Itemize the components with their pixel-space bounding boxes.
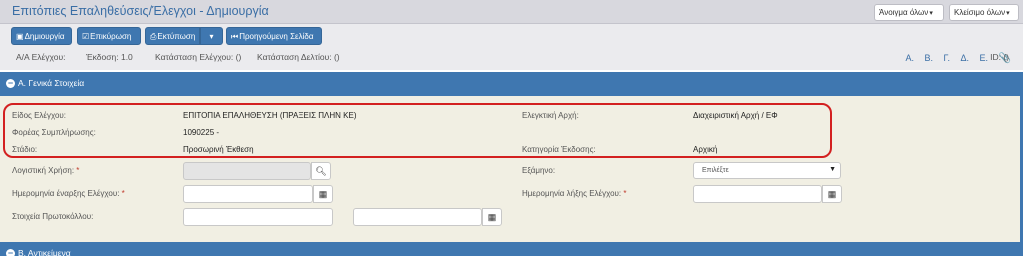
close-all-button[interactable]: Κλείσιμο όλων▾ (949, 4, 1019, 21)
open-all-button[interactable]: Άνοιγμα όλων▾ (874, 4, 944, 21)
section-link-e[interactable]: Ε. (980, 53, 989, 63)
end-date-label: Ημερομηνία λήξης Ελέγχου: * (522, 189, 627, 198)
create-button[interactable]: ▣Δημιουργία (11, 27, 72, 45)
calendar-icon[interactable]: ▦ (313, 185, 333, 203)
check-type-value: ΕΠΙΤΟΠΙΑ ΕΠΑΛΗΘΕΥΣΗ (ΠΡΑΞΕΙΣ ΠΛΗΝ ΚΕ) (183, 111, 357, 120)
previous-page-button[interactable]: ⏮Προηγούμενη Σελίδα (226, 27, 322, 45)
collapse-icon[interactable]: − (6, 249, 15, 256)
semester-select[interactable]: Επιλέξτε ▼ (693, 162, 841, 179)
printer-icon: ⎙ (150, 32, 157, 41)
section-link-d[interactable]: Δ. (960, 53, 969, 63)
previous-page-label: Προηγούμενη Σελίδα (239, 32, 314, 41)
caret-down-icon: ▾ (209, 32, 214, 41)
section-a-title: Α. Γενικά Στοιχεία (18, 78, 85, 88)
fiscal-year-input[interactable] (183, 162, 311, 180)
calendar-icon[interactable]: ▦ (822, 185, 842, 203)
auditing-authority-label: Ελεγκτική Αρχή: (522, 111, 579, 120)
print-dropdown-toggle[interactable]: ▾ (200, 27, 223, 45)
check-square-icon: ☑ (82, 32, 90, 41)
check-aa: Α/Α Ελέγχου: (16, 52, 66, 62)
step-back-icon: ⏮ (231, 32, 239, 41)
section-a-header[interactable]: − Α. Γενικά Στοιχεία (0, 72, 1023, 96)
required-mark: * (121, 189, 125, 198)
close-all-label: Κλείσιμο όλων (954, 8, 1006, 17)
semester-label: Εξάμηνο: (522, 166, 556, 175)
required-mark: * (76, 166, 80, 175)
protocol-number-input[interactable] (183, 208, 333, 226)
calendar-icon[interactable]: ▦ (482, 208, 502, 226)
confirm-label: Επικύρωση (90, 32, 132, 41)
filling-body-value: 1090225 - (183, 128, 220, 137)
check-type-label: Είδος Ελέγχου: (12, 111, 67, 120)
check-status-text: Κατάσταση Ελέγχου: () (155, 52, 242, 62)
required-mark: * (623, 189, 627, 198)
section-b-title: Β. Αντικείμενα (18, 248, 71, 256)
start-date-input[interactable] (183, 185, 313, 203)
print-label: Εκτύπωση (157, 32, 196, 41)
protocol-date-input[interactable] (353, 208, 482, 226)
chevron-down-icon: ▾ (1006, 10, 1010, 17)
protocol-label: Στοιχεία Πρωτοκόλλου: (12, 212, 94, 221)
fiscal-year-label: Λογιστική Χρήση: * (12, 166, 80, 175)
id-text: ID: () (990, 52, 1009, 62)
title-bar: Επιτόπιες Επαληθεύσεις/Έλεγχοι - Δημιουρ… (0, 0, 1023, 24)
issue-category-label: Κατηγορία Έκδοσης: (522, 145, 596, 154)
confirm-button[interactable]: ☑Επικύρωση (77, 27, 141, 45)
section-link-c[interactable]: Γ. (944, 53, 950, 63)
stage-label: Στάδιο: (12, 145, 38, 154)
start-date-label: Ημερομηνία έναρξης Ελέγχου: * (12, 189, 125, 198)
open-all-label: Άνοιγμα όλων (879, 8, 929, 17)
save-icon: ▣ (16, 32, 24, 41)
section-link-b[interactable]: Β. (924, 53, 933, 63)
print-button[interactable]: ⎙Εκτύπωση (145, 27, 200, 45)
issue-category-value: Αρχική (693, 145, 718, 154)
section-link-a[interactable]: Α. (905, 53, 914, 63)
end-date-input[interactable] (693, 185, 822, 203)
chevron-down-icon: ▾ (929, 10, 933, 17)
auditing-authority-value: Διαχειριστική Αρχή / ΕΦ (693, 111, 778, 120)
search-icon[interactable]: 🔍︎ (311, 162, 331, 180)
collapse-icon[interactable]: − (6, 79, 15, 88)
caret-down-icon: ▼ (829, 166, 836, 173)
create-label: Δημιουργία (24, 32, 65, 41)
toolbar: ▣Δημιουργία ☑Επικύρωση ⎙Εκτύπωση ▾ ⏮Προη… (0, 24, 1023, 70)
section-b-header[interactable]: − Β. Αντικείμενα (0, 242, 1023, 256)
page-title: Επιτόπιες Επαληθεύσεις/Έλεγχοι - Δημιουρ… (12, 4, 269, 18)
stage-value: Προσωρινή Έκθεση (183, 145, 254, 154)
semester-select-value: Επιλέξτε (702, 167, 729, 174)
filling-body-label: Φορέας Συμπλήρωσης: (12, 128, 96, 137)
report-status-text: Κατάσταση Δελτίου: () (257, 52, 340, 62)
version-text: Έκδοση: 1.0 (86, 52, 133, 62)
